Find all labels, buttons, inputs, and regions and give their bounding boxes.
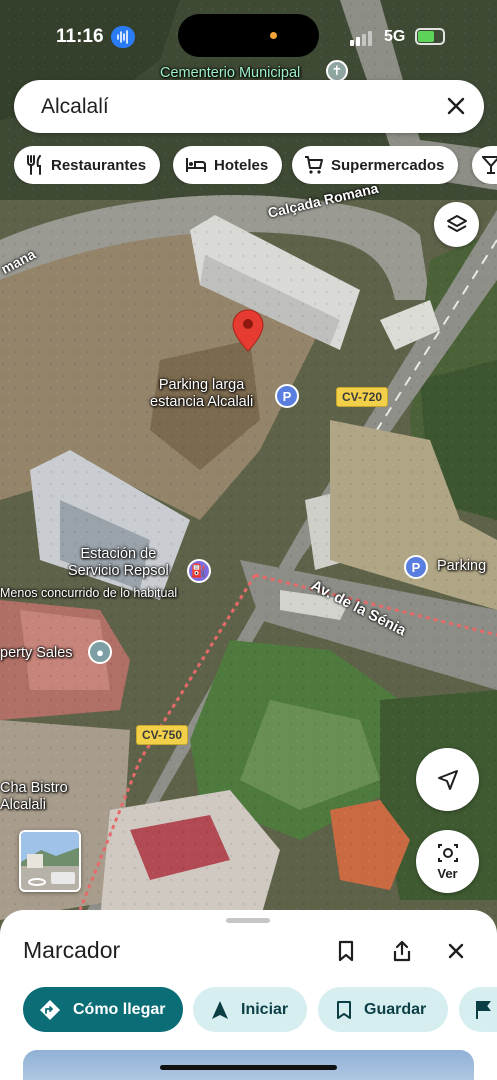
label-parking: Parking xyxy=(437,558,487,574)
road-badge-cv720: CV-720 xyxy=(336,387,389,407)
chip-label: Hoteles xyxy=(214,156,269,174)
label-repsol: Estación de Servicio Repsol xyxy=(68,546,169,579)
status-time: 11:16 xyxy=(56,26,104,47)
parking-2-icon[interactable]: P xyxy=(404,555,428,579)
bottom-sheet[interactable]: Marcador Cómo llegar Iniciar Guardar xyxy=(0,910,497,1080)
bookmark-icon xyxy=(337,1000,351,1019)
battery-icon xyxy=(415,28,445,45)
chip-label: Supermercados xyxy=(331,156,445,174)
navigation-arrow-icon xyxy=(212,1000,228,1019)
start-button[interactable]: Iniciar xyxy=(193,987,307,1032)
directions-label: Cómo llegar xyxy=(73,1000,166,1018)
camera-360-icon xyxy=(437,844,458,862)
save-button[interactable]: Guardar xyxy=(318,987,448,1032)
save-icon-button[interactable] xyxy=(327,932,365,970)
search-bar[interactable]: Alcalalí xyxy=(14,80,484,133)
audio-wave-icon xyxy=(111,26,135,48)
action-chips: Cómo llegar Iniciar Guardar xyxy=(23,987,497,1033)
close-sheet-button[interactable] xyxy=(437,932,475,970)
label-parking-larga: Parking larga estancia Alcalali xyxy=(150,377,254,410)
drag-handle[interactable] xyxy=(226,918,270,923)
flag-button[interactable] xyxy=(459,987,497,1032)
label-property-sales: perty Sales xyxy=(0,645,73,661)
sheet-title: Marcador xyxy=(23,937,121,963)
location-arrow-icon xyxy=(437,769,458,790)
gas-station-icon[interactable]: ⛽ xyxy=(187,559,211,583)
street-photo xyxy=(21,832,79,890)
location-dot-icon[interactable]: ● xyxy=(88,640,112,664)
label-repsol-busy: Menos concurrido de lo habitual xyxy=(0,586,178,600)
fork-knife-icon xyxy=(27,155,41,175)
ver-label: Ver xyxy=(437,866,458,881)
cart-icon xyxy=(305,156,323,174)
layers-button[interactable] xyxy=(434,202,479,247)
chip-restaurantes[interactable]: Restaurantes xyxy=(14,146,161,184)
street-view-thumbnail[interactable] xyxy=(19,830,81,892)
road-badge-cv750: CV-750 xyxy=(136,725,189,745)
dynamic-island xyxy=(178,14,319,57)
save-label: Guardar xyxy=(364,1000,427,1018)
home-indicator xyxy=(160,1065,337,1070)
cocktail-icon xyxy=(482,156,497,174)
directions-button[interactable]: Cómo llegar xyxy=(23,987,183,1032)
marker-pin-icon[interactable] xyxy=(232,309,264,353)
chip-hoteles[interactable]: Hoteles xyxy=(173,146,283,184)
category-chips: Restaurantes Hoteles Supermercados xyxy=(14,146,497,184)
search-query[interactable]: Alcalalí xyxy=(41,95,109,119)
share-button[interactable] xyxy=(383,932,421,970)
layers-icon xyxy=(446,214,467,232)
bookmark-icon xyxy=(338,940,354,962)
signal-icon xyxy=(350,31,372,46)
flag-icon xyxy=(476,1000,491,1019)
network-type: 5G xyxy=(384,28,406,45)
status-bar: 11:16 5G xyxy=(0,0,497,74)
chip-label: Restaurantes xyxy=(51,156,147,174)
close-icon xyxy=(448,943,464,959)
close-icon[interactable] xyxy=(444,94,468,118)
ver-street-view-button[interactable]: Ver xyxy=(416,830,479,893)
chip-supermercados[interactable]: Supermercados xyxy=(292,146,459,184)
share-icon xyxy=(393,940,411,962)
start-label: Iniciar xyxy=(241,1000,289,1018)
chip-bares[interactable] xyxy=(472,146,497,184)
label-bistro: Cha Bistro Alcalali xyxy=(0,780,68,813)
my-location-button[interactable] xyxy=(416,748,479,811)
directions-icon xyxy=(40,999,60,1020)
parking-icon[interactable]: P xyxy=(275,384,299,408)
bed-icon xyxy=(186,158,206,172)
